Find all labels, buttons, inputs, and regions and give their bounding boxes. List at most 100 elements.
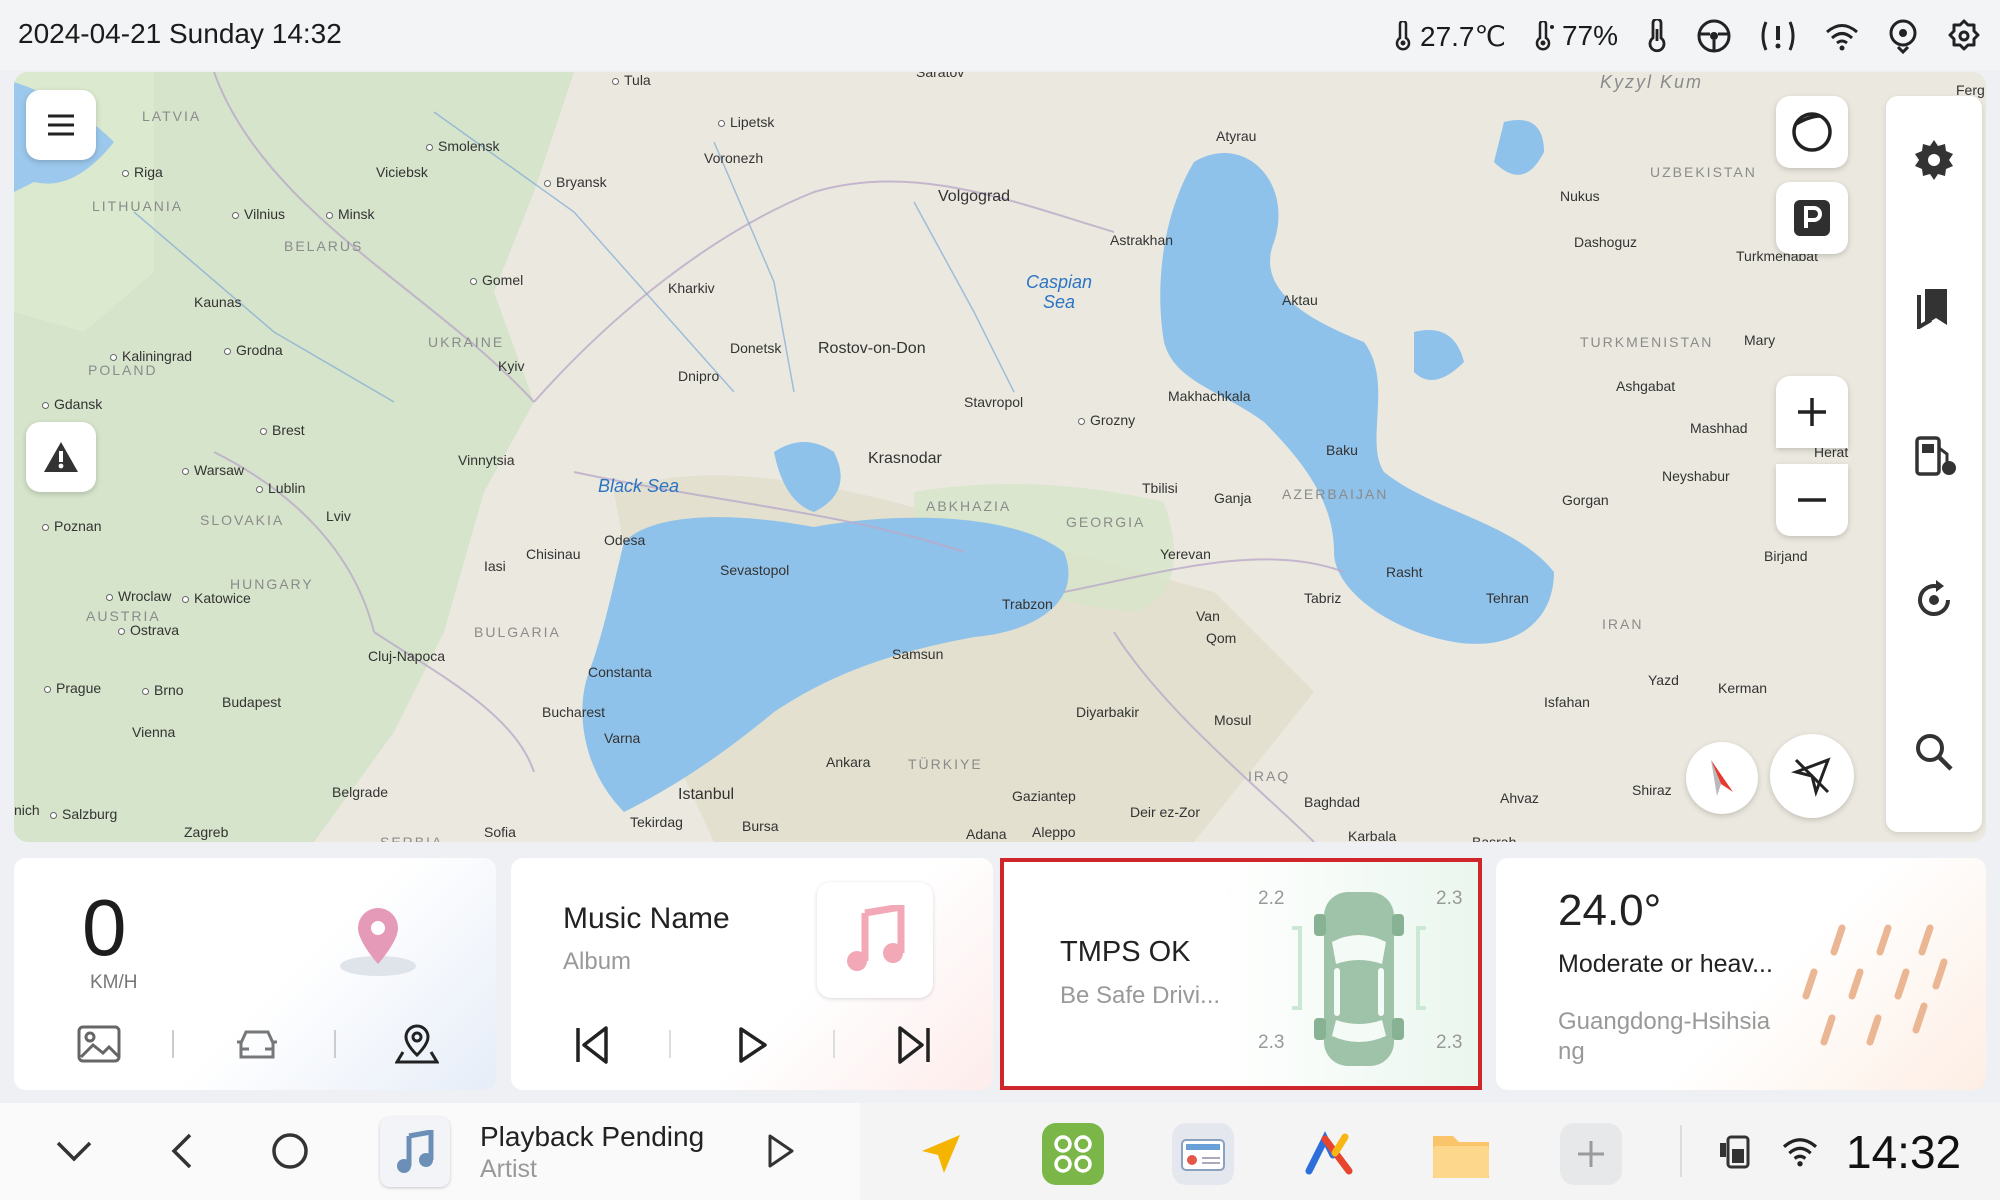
- city-label: Prague: [44, 680, 101, 696]
- city-label: Donetsk: [730, 340, 782, 356]
- city-label: Viciebsk: [376, 164, 428, 180]
- home-button[interactable]: [262, 1123, 318, 1179]
- tpms-card[interactable]: TMPS OK Be Safe Drivi... 2.2 2.3 2.3 2.3: [1000, 858, 1482, 1090]
- city-label: Wroclaw: [106, 588, 171, 604]
- city-label: Basrah: [1472, 834, 1517, 842]
- city-label: Sofia: [484, 824, 516, 840]
- speed-card[interactable]: 0 KM/H: [14, 858, 496, 1090]
- map-pin-icon: [395, 1024, 439, 1064]
- city-label: Makhachkala: [1168, 388, 1251, 404]
- compass-button[interactable]: [1686, 742, 1758, 814]
- city-label: Stavropol: [964, 394, 1024, 410]
- add-app-button[interactable]: [1560, 1123, 1622, 1185]
- report-hazard-button[interactable]: [26, 422, 96, 492]
- bookmark-icon: [1917, 289, 1947, 329]
- hamburger-menu-icon: [48, 114, 74, 136]
- chevron-left-icon: [171, 1133, 192, 1169]
- app-files[interactable]: [1430, 1123, 1492, 1185]
- city-label: Karbala: [1348, 828, 1397, 842]
- city-label: Cluj-Napoca: [368, 648, 446, 664]
- plus-icon: [1578, 1141, 1604, 1167]
- weather-location-line1: Guangdong-Hsihsia: [1558, 1008, 1771, 1035]
- music-album: Album: [563, 948, 632, 975]
- city-label: Aktau: [1282, 292, 1318, 308]
- city-label: Dashoguz: [1574, 234, 1638, 250]
- city-label: Warsaw: [182, 462, 244, 478]
- collapse-button[interactable]: [46, 1123, 102, 1179]
- dock-play-button[interactable]: [752, 1123, 808, 1179]
- city-label: Kerman: [1718, 680, 1768, 696]
- city-label: Riga: [122, 164, 163, 180]
- datetime-text: 2024-04-21 Sunday 14:32: [18, 18, 342, 49]
- minus-icon: [1798, 498, 1826, 502]
- city-label: Salzburg: [50, 806, 117, 822]
- image-icon: [77, 1025, 121, 1063]
- divider: [669, 1030, 671, 1058]
- humidity-indicator: 77%: [1532, 20, 1618, 52]
- history-button[interactable]: [1886, 560, 1982, 640]
- app-navigation[interactable]: [910, 1123, 972, 1185]
- zoom-in-button[interactable]: [1776, 376, 1848, 448]
- now-playing-art[interactable]: [380, 1117, 450, 1187]
- city-label: Gomel: [470, 272, 523, 288]
- weather-location-line2: ng: [1558, 1038, 1585, 1065]
- settings-gear-icon[interactable]: [1946, 18, 1982, 54]
- navigation-button[interactable]: [392, 1022, 442, 1066]
- menu-button[interactable]: [26, 90, 96, 160]
- music-card[interactable]: Music Name Album: [511, 858, 993, 1090]
- album-art: [817, 882, 933, 998]
- city-label: Vienna: [132, 724, 176, 740]
- city-label: Saratov: [916, 72, 965, 80]
- circle-home-icon: [272, 1133, 308, 1169]
- city-label: Gaziantep: [1012, 788, 1076, 804]
- city-label: Voronezh: [704, 150, 764, 166]
- rain-icon: [1802, 924, 1948, 1046]
- city-label: Constanta: [588, 664, 652, 680]
- back-button[interactable]: [154, 1123, 210, 1179]
- city-label: Vinnytsia: [458, 452, 515, 468]
- parking-icon: [1794, 200, 1830, 236]
- now-playing-artist: Artist: [480, 1155, 537, 1183]
- skip-next-icon: [898, 1026, 930, 1064]
- vehicle-button[interactable]: [232, 1022, 282, 1066]
- map-style-button[interactable]: [1776, 96, 1848, 168]
- country-label: GEORGIA: [1066, 514, 1146, 530]
- plus-icon: [1798, 398, 1826, 426]
- folder-icon: [1433, 1136, 1489, 1178]
- music-note-icon: [847, 905, 905, 971]
- gas-station-button[interactable]: [1886, 416, 1982, 496]
- location-pin-icon: [1889, 19, 1917, 54]
- city-label: Mashhad: [1690, 420, 1748, 436]
- city-label: Birjand: [1764, 548, 1808, 564]
- country-label: TURKMENISTAN: [1580, 334, 1714, 350]
- city-label: Bucharest: [542, 704, 606, 720]
- weather-temperature: 24.0°: [1558, 886, 1662, 935]
- steering-wheel-icon: [1697, 19, 1731, 53]
- city-label: Smolensk: [426, 138, 499, 154]
- navigation-map[interactable]: Black Sea Caspian Sea LATVIA LITHUANIA B…: [14, 72, 1986, 842]
- city-label: Poznan: [42, 518, 101, 534]
- map-settings-button[interactable]: [1886, 120, 1982, 200]
- city-label: Rostov-on-Don: [818, 340, 926, 357]
- city-label: Neyshabur: [1662, 468, 1730, 484]
- favorites-button[interactable]: [1886, 268, 1982, 348]
- weather-card[interactable]: 24.0° Moderate or heav... Guangdong-Hsih…: [1496, 858, 1986, 1090]
- city-label: Astrakhan: [1110, 232, 1174, 248]
- city-label: Rasht: [1386, 564, 1423, 580]
- app-maps[interactable]: [1302, 1123, 1364, 1185]
- app-radio[interactable]: [1172, 1123, 1234, 1185]
- zoom-out-button[interactable]: [1776, 464, 1848, 536]
- previous-track-button[interactable]: [567, 1020, 617, 1070]
- next-track-button[interactable]: [889, 1020, 939, 1070]
- search-icon: [1916, 734, 1953, 771]
- music-note-icon: [397, 1130, 434, 1173]
- city-label: Deir ez-Zor: [1130, 804, 1201, 820]
- wifi-icon: [1826, 24, 1858, 51]
- app-launcher[interactable]: [1042, 1123, 1104, 1185]
- play-button[interactable]: [727, 1020, 777, 1070]
- parking-button[interactable]: [1776, 182, 1848, 254]
- gallery-button[interactable]: [74, 1022, 124, 1066]
- city-label: Chisinau: [526, 546, 581, 562]
- recenter-button[interactable]: [1770, 734, 1854, 818]
- search-button[interactable]: [1886, 712, 1982, 792]
